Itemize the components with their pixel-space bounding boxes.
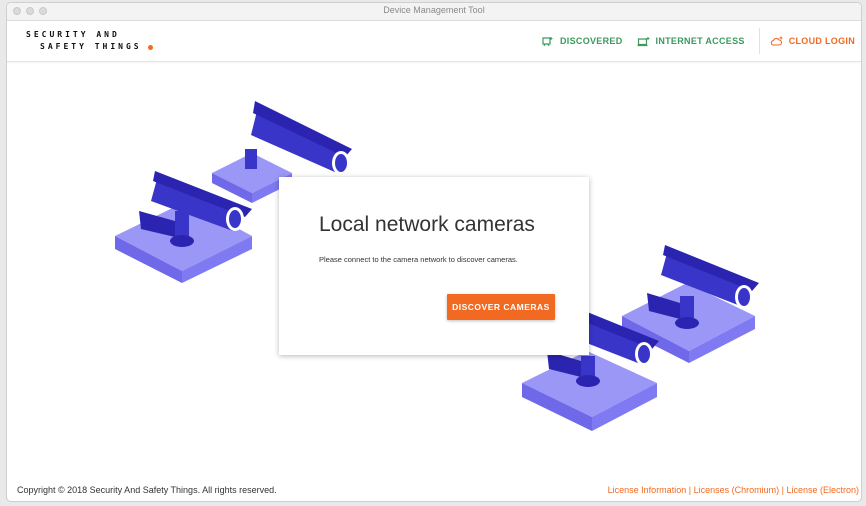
internet-access-icon [637, 36, 650, 46]
logo-dot [147, 44, 153, 50]
discovered-icon [542, 36, 553, 46]
cloud-icon [770, 36, 783, 46]
license-information-link[interactable]: License Information [608, 485, 687, 495]
local-network-card: Local network cameras Please connect to … [279, 177, 589, 355]
nav-cloud-login[interactable]: CLOUD LOGIN [770, 36, 855, 47]
nav-internet-access-label: INTERNET ACCESS [655, 36, 745, 46]
footer: Copyright © 2018 Security And Safety Thi… [7, 479, 861, 501]
nav-internet-access[interactable]: INTERNET ACCESS [637, 36, 745, 47]
main-content: Local network cameras Please connect to … [7, 61, 861, 479]
logo-line-1: SECURITY AND [26, 30, 120, 39]
license-links: License Information | Licenses (Chromium… [608, 485, 859, 495]
card-title: Local network cameras [319, 213, 535, 236]
nav-divider [758, 28, 760, 54]
brand-logo[interactable]: SECURITY AND SAFETY THINGS [26, 29, 153, 53]
header-nav: DISCOVERED INTERNET ACCESS CLOUD LOGIN [541, 21, 861, 61]
nav-cloud-login-label: CLOUD LOGIN [788, 36, 855, 46]
title-bar: Device Management Tool [7, 3, 861, 21]
nav-discovered[interactable]: DISCOVERED [541, 36, 623, 47]
window-title: Device Management Tool [383, 5, 485, 15]
logo-line-2: SAFETY THINGS [40, 42, 142, 51]
app-window: Device Management Tool SECURITY AND SAFE… [6, 2, 862, 502]
license-electron-link[interactable]: License (Electron) [786, 485, 859, 495]
card-message: Please connect to the camera network to … [319, 255, 518, 264]
licenses-chromium-link[interactable]: Licenses (Chromium) [694, 485, 780, 495]
app-header: SECURITY AND SAFETY THINGS DISCOVERED IN… [7, 21, 861, 62]
nav-discovered-label: DISCOVERED [560, 36, 623, 46]
discover-cameras-button[interactable]: DISCOVER CAMERAS [447, 294, 555, 320]
copyright-text: Copyright © 2018 Security And Safety Thi… [17, 485, 277, 495]
